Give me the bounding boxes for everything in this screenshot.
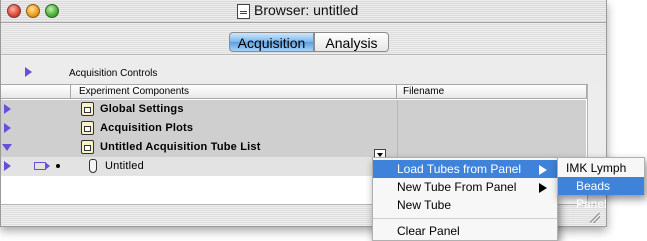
column-header-blank [1,85,71,99]
disclosure-right-icon[interactable] [25,67,32,77]
menu-item-label: Load Tubes from Panel [397,162,522,176]
title-bar[interactable]: Browser: untitled [1,0,606,23]
menu-item-clear-panel[interactable]: Clear Panel [373,222,557,240]
tube-icon [89,159,97,173]
menu-item-label: Clear Panel [397,224,460,238]
tab-analysis[interactable]: Analysis [314,32,389,52]
menu-item-label: New Tube From Panel [397,180,517,194]
submenu-arrow-icon [539,165,547,175]
column-header-filename[interactable]: Filename [397,85,587,99]
row-label: Acquisition Plots [100,122,194,134]
window-title: Browser: untitled [254,2,359,18]
tree-row-tube-list[interactable]: Untitled Acquisition Tube List [1,138,586,157]
document-icon [237,4,250,19]
tab-strip: Acquisition Analysis [1,23,606,55]
disclosure-right-icon[interactable] [4,161,11,171]
submenu-panels: IMK Lymph Beads Panel [557,157,645,211]
tree-row-global-settings[interactable]: Global Settings [1,100,586,119]
row-label: Global Settings [100,103,184,115]
submenu-item-beads-panel[interactable]: Beads Panel [558,177,644,211]
tube-list-folder-icon [81,140,94,154]
submenu-arrow-icon [539,183,547,193]
close-window-icon[interactable] [7,4,21,18]
disclosure-down-icon[interactable] [2,144,12,151]
tab-acquisition[interactable]: Acquisition [229,32,314,52]
plots-folder-icon [81,121,94,135]
context-menu: Load Tubes from Panel New Tube From Pane… [372,157,558,241]
disclosure-right-icon[interactable] [4,123,11,133]
bullet-icon [56,164,60,168]
column-header-components[interactable]: Experiment Components [71,85,397,99]
menu-separator [373,218,557,219]
minimize-window-icon[interactable] [26,4,40,18]
menu-item-new-tube-from-panel[interactable]: New Tube From Panel [373,178,557,196]
current-tube-pointer-icon [34,162,50,170]
menu-item-load-tubes-from-panel[interactable]: Load Tubes from Panel [373,160,557,178]
row-label: Untitled Acquisition Tube List [100,141,261,153]
acquisition-controls-label: Acquisition Controls [69,68,158,79]
row-label: Untitled [105,160,144,172]
submenu-item-imk-lymph[interactable]: IMK Lymph [558,159,644,177]
acquisition-controls-row[interactable]: Acquisition Controls [1,56,606,84]
resize-grip-icon[interactable] [590,213,600,223]
menu-item-label: New Tube [397,198,452,212]
zoom-window-icon[interactable] [45,4,59,18]
menu-item-new-tube[interactable]: New Tube [373,196,557,214]
filename-cell [397,119,587,138]
tree-row-acquisition-plots[interactable]: Acquisition Plots [1,119,586,138]
disclosure-right-icon[interactable] [4,104,11,114]
settings-folder-icon [81,102,94,116]
filename-cell [397,100,587,119]
filename-cell [397,138,587,157]
